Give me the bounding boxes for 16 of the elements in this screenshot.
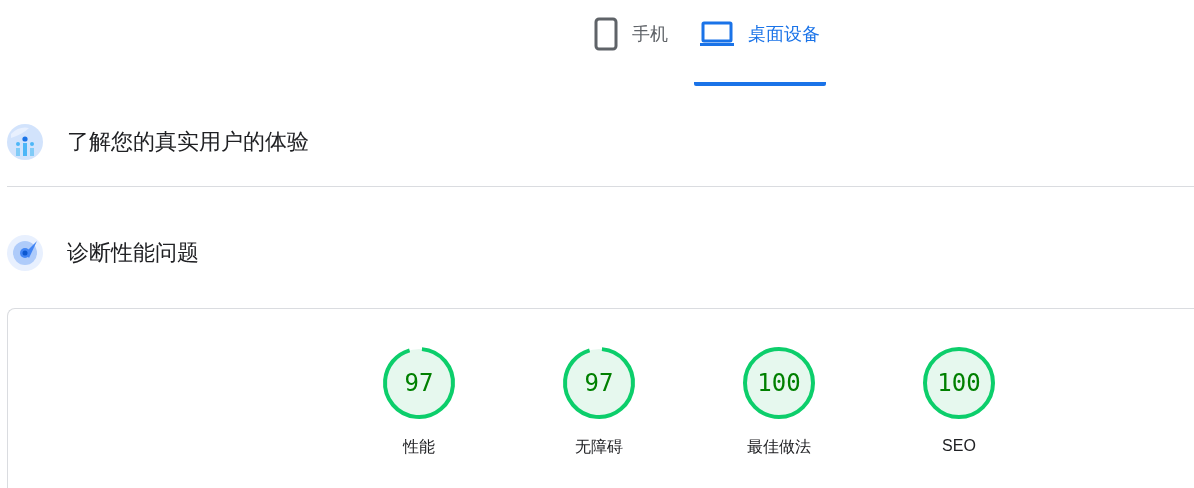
phone-icon <box>594 17 618 51</box>
score-label: 最佳做法 <box>747 437 811 457</box>
section-title: 诊断性能问题 <box>67 239 199 267</box>
device-tab[interactable]: 桌面设备 <box>694 0 826 86</box>
section-title: 了解您的真实用户的体验 <box>67 128 309 156</box>
score-label: 性能 <box>403 437 435 457</box>
score-value: 100 <box>757 369 801 397</box>
radar-icon <box>7 235 43 271</box>
score-label: SEO <box>942 437 976 455</box>
score-label: 无障碍 <box>575 437 623 457</box>
score-value: 97 <box>584 369 614 397</box>
laptop-icon <box>700 21 734 47</box>
score-value: 100 <box>937 369 981 397</box>
score-value: 97 <box>404 369 434 397</box>
device-tab[interactable]: 手机 <box>588 0 674 86</box>
users-icon <box>7 124 43 160</box>
